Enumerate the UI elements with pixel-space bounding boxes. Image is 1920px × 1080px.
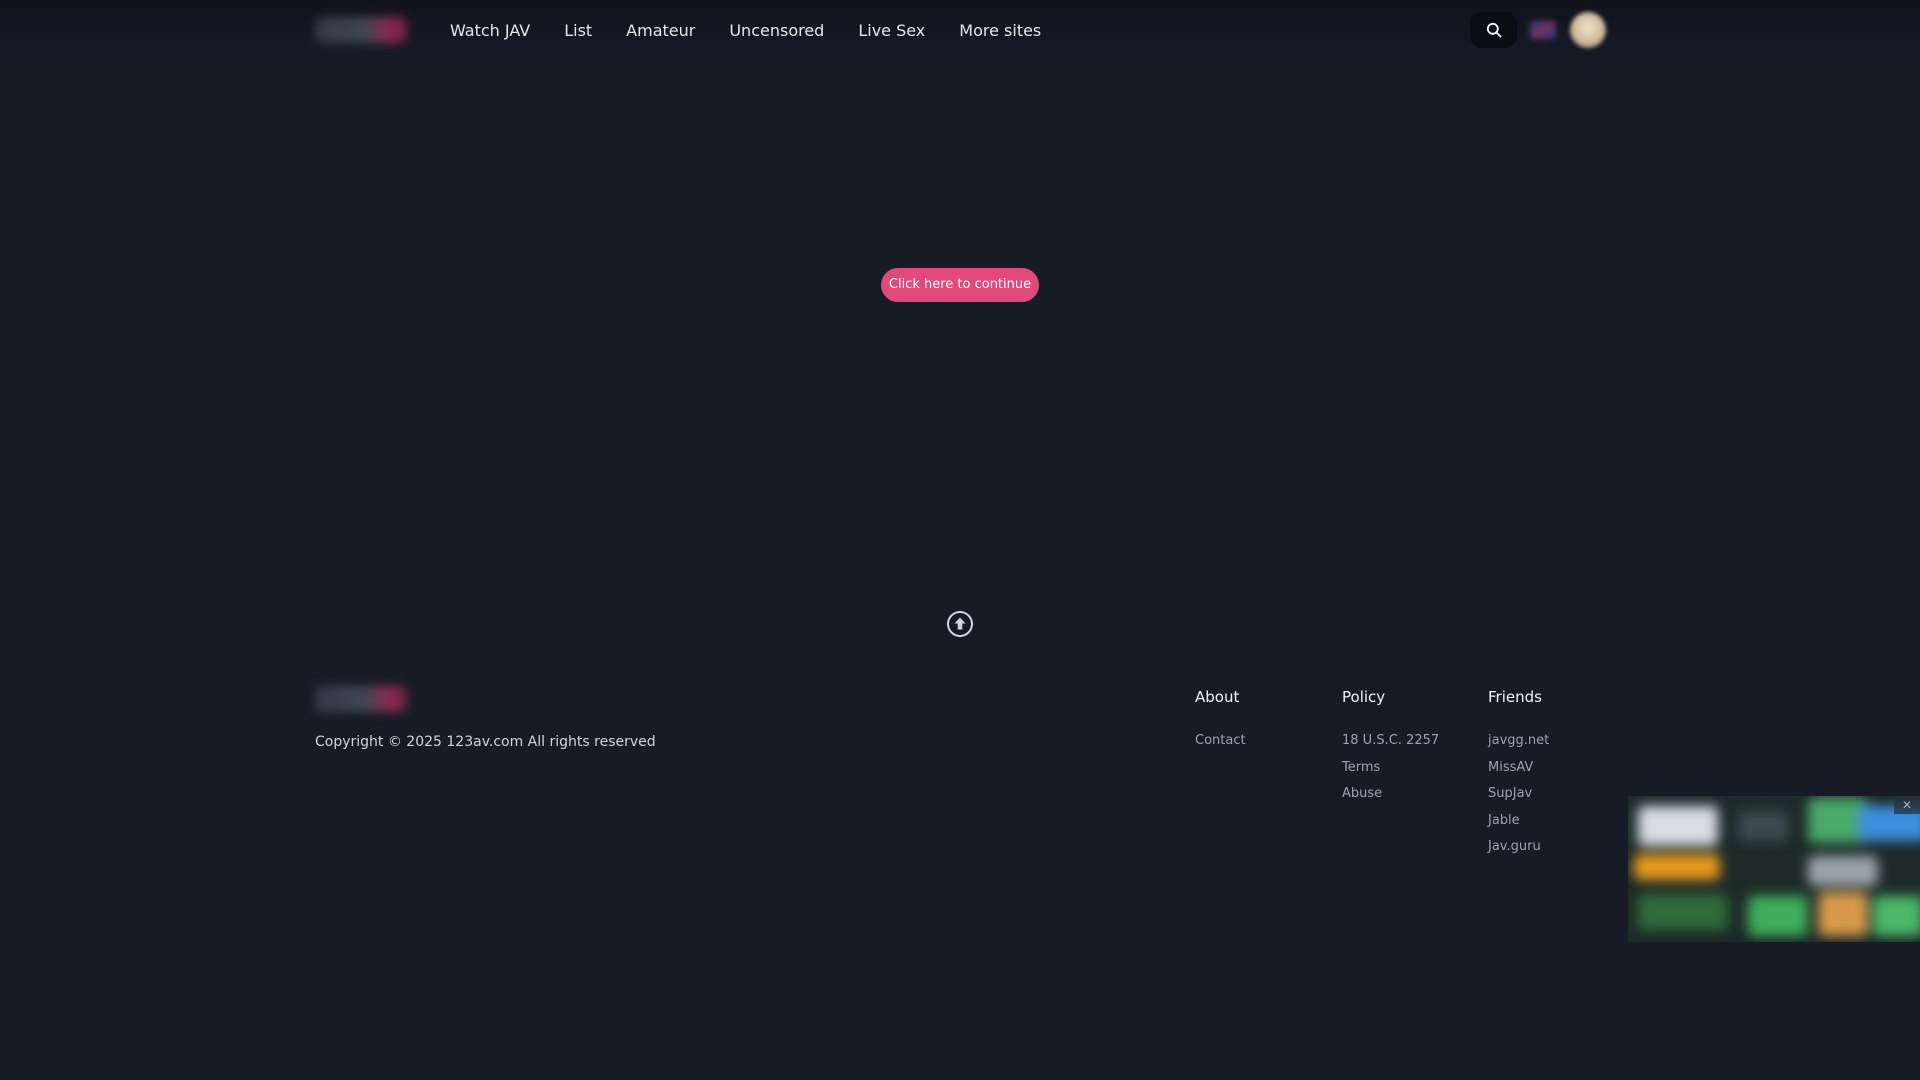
- ad-close-button[interactable]: ✕: [1894, 796, 1920, 814]
- footer-link-jable[interactable]: Jable: [1488, 808, 1549, 835]
- site-logo[interactable]: [315, 17, 407, 43]
- nav-live-sex[interactable]: Live Sex: [858, 21, 925, 40]
- nav-list[interactable]: List: [564, 21, 592, 40]
- nav-more-sites[interactable]: More sites: [959, 21, 1041, 40]
- footer-column-about: About Contact: [1195, 686, 1246, 755]
- footer-heading-friends: Friends: [1488, 688, 1542, 706]
- nav-uncensored[interactable]: Uncensored: [729, 21, 824, 40]
- nav-amateur[interactable]: Amateur: [626, 21, 695, 40]
- ad-banner-image: [1628, 796, 1920, 942]
- footer-heading-policy: Policy: [1342, 688, 1386, 706]
- footer-column-friends: Friends javgg.net MissAV SupJav Jable Ja…: [1488, 686, 1549, 861]
- copyright-text: Copyright © 2025 123av.com All rights re…: [315, 734, 656, 750]
- footer-heading-about: About: [1195, 688, 1240, 706]
- footer-link-2257[interactable]: 18 U.S.C. 2257: [1342, 728, 1439, 755]
- footer-link-terms[interactable]: Terms: [1342, 755, 1439, 782]
- footer-link-javgg[interactable]: javgg.net: [1488, 728, 1549, 755]
- footer-link-javguru[interactable]: Jav.guru: [1488, 834, 1549, 861]
- continue-button[interactable]: Click here to continue: [881, 268, 1039, 302]
- footer-column-policy: Policy 18 U.S.C. 2257 Terms Abuse: [1342, 686, 1439, 808]
- footer-link-missav[interactable]: MissAV: [1488, 755, 1549, 782]
- main-nav: Watch JAV List Amateur Uncensored Live S…: [450, 0, 1075, 60]
- site-header: Watch JAV List Amateur Uncensored Live S…: [0, 0, 1920, 60]
- search-icon: [1486, 22, 1501, 38]
- search-button[interactable]: [1470, 12, 1517, 48]
- footer-link-abuse[interactable]: Abuse: [1342, 781, 1439, 808]
- ad-banner[interactable]: ✕: [1628, 796, 1920, 942]
- nav-watch-jav[interactable]: Watch JAV: [450, 21, 530, 40]
- language-flag-icon[interactable]: [1530, 21, 1556, 39]
- arrow-up-circle-icon: [947, 611, 973, 637]
- footer-link-contact[interactable]: Contact: [1195, 728, 1246, 755]
- scroll-to-top-button[interactable]: [946, 610, 974, 638]
- footer-logo[interactable]: [315, 686, 407, 712]
- user-avatar[interactable]: [1570, 12, 1606, 48]
- footer-link-supjav[interactable]: SupJav: [1488, 781, 1549, 808]
